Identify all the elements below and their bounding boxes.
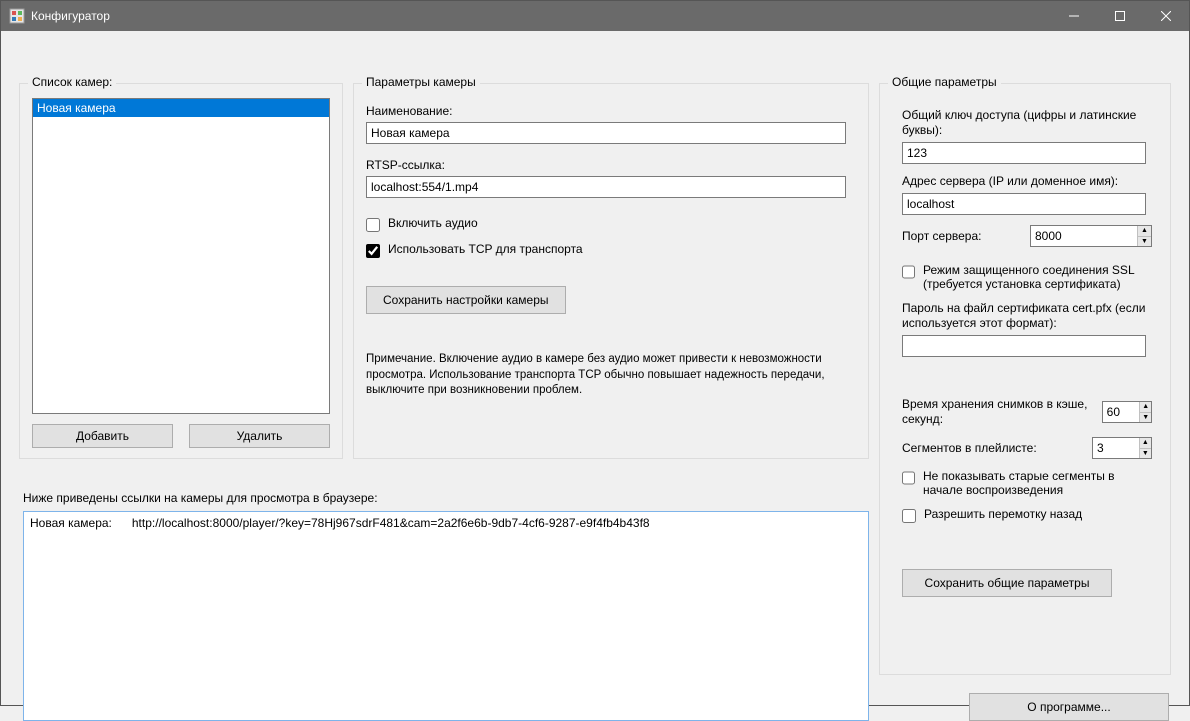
- camera-listbox[interactable]: Новая камера: [32, 98, 330, 414]
- chevron-up-icon[interactable]: ▲: [1138, 226, 1151, 237]
- tcp-checkbox[interactable]: [366, 244, 380, 258]
- camera-note: Примечание. Включение аудио в камере без…: [366, 352, 846, 399]
- camera-params-group: Параметры камеры Наименование: RTSP-ссыл…: [353, 83, 869, 459]
- server-port-input[interactable]: [1031, 226, 1137, 246]
- audio-checkbox-label: Включить аудио: [388, 216, 478, 230]
- cert-password-label: Пароль на файл сертификата cert.pfx (есл…: [902, 301, 1152, 331]
- audio-checkbox[interactable]: [366, 218, 380, 232]
- cert-password-input[interactable]: [902, 335, 1146, 357]
- cache-seconds-input[interactable]: [1103, 402, 1140, 422]
- ssl-checkbox-label: Режим защищенного соединения SSL (требуе…: [923, 263, 1152, 291]
- links-label: Ниже приведены ссылки на камеры для прос…: [23, 491, 378, 505]
- maximize-button[interactable]: [1097, 1, 1143, 31]
- camera-list-group: Список камер: Новая камера Добавить Удал…: [19, 83, 343, 459]
- segments-stepper[interactable]: ▲ ▼: [1092, 437, 1152, 459]
- camera-list-legend: Список камер:: [28, 75, 116, 89]
- server-port-label: Порт сервера:: [902, 229, 1022, 244]
- titlebar: Конфигуратор: [1, 1, 1189, 31]
- server-address-input[interactable]: [902, 193, 1146, 215]
- minimize-button[interactable]: [1051, 1, 1097, 31]
- hide-old-segments-checkbox[interactable]: [902, 471, 915, 485]
- chevron-up-icon[interactable]: ▲: [1140, 402, 1151, 413]
- add-camera-button[interactable]: Добавить: [32, 424, 173, 448]
- close-button[interactable]: [1143, 1, 1189, 31]
- allow-rewind-label: Разрешить перемотку назад: [924, 507, 1082, 521]
- delete-camera-button[interactable]: Удалить: [189, 424, 330, 448]
- segments-input[interactable]: [1093, 438, 1139, 458]
- rtsp-input[interactable]: [366, 176, 846, 198]
- camera-name-label: Наименование:: [366, 104, 856, 118]
- hide-old-segments-label: Не показывать старые сегменты в начале в…: [923, 469, 1152, 497]
- cache-seconds-label: Время хранения снимков в кэше, секунд:: [902, 397, 1094, 427]
- about-button[interactable]: О программе...: [969, 693, 1169, 721]
- chevron-down-icon[interactable]: ▼: [1140, 413, 1151, 423]
- ssl-checkbox[interactable]: [902, 265, 915, 279]
- server-port-stepper[interactable]: ▲ ▼: [1030, 225, 1152, 247]
- tcp-checkbox-label: Использовать TCP для транспорта: [388, 242, 583, 256]
- access-key-input[interactable]: [902, 142, 1146, 164]
- chevron-down-icon[interactable]: ▼: [1140, 449, 1151, 459]
- save-common-button[interactable]: Сохранить общие параметры: [902, 569, 1112, 597]
- list-item[interactable]: Новая камера: [33, 99, 329, 117]
- common-params-legend: Общие параметры: [888, 75, 1001, 89]
- segments-label: Сегментов в плейлисте:: [902, 441, 1084, 456]
- cache-seconds-stepper[interactable]: ▲ ▼: [1102, 401, 1152, 423]
- access-key-label: Общий ключ доступа (цифры и латинские бу…: [902, 108, 1152, 138]
- chevron-down-icon[interactable]: ▼: [1138, 237, 1151, 247]
- common-params-group: Общие параметры Общий ключ доступа (цифр…: [879, 83, 1171, 675]
- chevron-up-icon[interactable]: ▲: [1140, 438, 1151, 449]
- window-title: Конфигуратор: [31, 9, 110, 23]
- rtsp-label: RTSP-ссылка:: [366, 158, 856, 172]
- app-window: Конфигуратор Список камер: Новая камера …: [0, 0, 1190, 706]
- save-camera-button[interactable]: Сохранить настройки камеры: [366, 286, 566, 314]
- server-address-label: Адрес сервера (IP или доменное имя):: [902, 174, 1152, 189]
- camera-name-input[interactable]: [366, 122, 846, 144]
- allow-rewind-checkbox[interactable]: [902, 509, 916, 523]
- links-textarea[interactable]: [23, 511, 869, 721]
- app-icon: [9, 8, 25, 24]
- content-area: Список камер: Новая камера Добавить Удал…: [1, 31, 1189, 705]
- camera-params-legend: Параметры камеры: [362, 75, 480, 89]
